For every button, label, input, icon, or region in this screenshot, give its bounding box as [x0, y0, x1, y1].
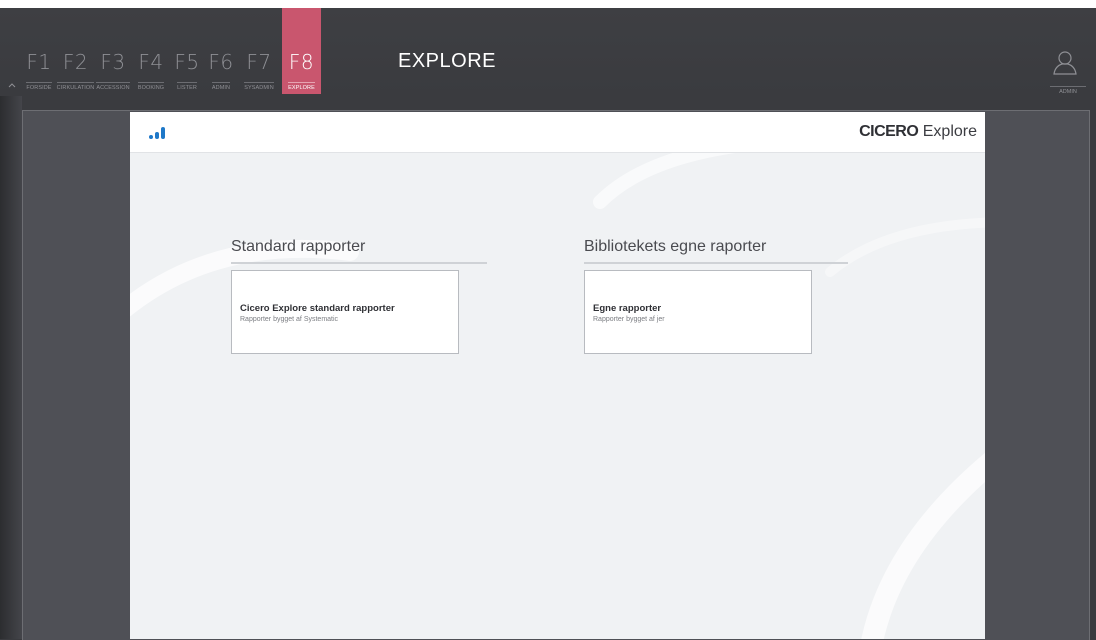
- explore-panel: CICERO Explore Standard rapporter Cicero…: [130, 112, 985, 639]
- brand-light: Explore: [922, 123, 977, 140]
- card-subtitle: Rapporter bygget af Systematic: [240, 316, 339, 323]
- left-shadow: [0, 96, 22, 639]
- signal-bars-icon: [148, 126, 172, 140]
- fkey-f1[interactable]: F1 FORSIDE: [26, 8, 52, 94]
- fkey-number: F5: [174, 50, 200, 74]
- cicero-explore-logo: CICERO Explore: [859, 122, 977, 142]
- fkey-label: SYSADMIN: [244, 82, 274, 91]
- user-icon[interactable]: [1050, 48, 1080, 78]
- standard-reports-section: Standard rapporter: [231, 236, 487, 264]
- panel-header: CICERO Explore: [130, 112, 985, 153]
- top-navigation-bar: F1 FORSIDE F2 CIRKULATION F3 ACCESSION F…: [0, 0, 1096, 96]
- fkey-label: EXPLORE: [288, 82, 315, 91]
- card-title: Egne rapporter: [593, 303, 662, 314]
- library-reports-card[interactable]: Egne rapporter Rapporter bygget af jer: [584, 270, 812, 354]
- fkey-f7[interactable]: F7 SYSADMIN: [240, 8, 278, 94]
- fkey-label: FORSIDE: [26, 82, 52, 91]
- background-decoration: [130, 135, 985, 639]
- fkey-number: F4: [138, 50, 164, 74]
- standard-reports-card[interactable]: Cicero Explore standard rapporter Rappor…: [231, 270, 459, 354]
- top-white-strip: [0, 0, 1096, 8]
- fkey-f4[interactable]: F4 BOOKING: [134, 8, 168, 94]
- fkey-f5[interactable]: F5 LISTER: [172, 8, 202, 94]
- user-label: ADMIN: [1050, 86, 1086, 95]
- card-subtitle: Rapporter bygget af jer: [593, 316, 665, 323]
- fkey-number: F7: [246, 50, 272, 74]
- fkey-f6[interactable]: F6 ADMIN: [206, 8, 236, 94]
- fkey-label: BOOKING: [137, 82, 165, 91]
- fkey-number: F3: [100, 50, 126, 74]
- fkey-f8[interactable]: F8 EXPLORE: [282, 8, 321, 94]
- fkey-number: F8: [288, 50, 315, 74]
- section-title: Bibliotekets egne raporter: [584, 236, 848, 264]
- function-key-menu: F1 FORSIDE F2 CIRKULATION F3 ACCESSION F…: [26, 8, 321, 94]
- fkey-number: F1: [26, 50, 52, 74]
- collapse-caret-icon[interactable]: [8, 82, 16, 90]
- fkey-number: F6: [208, 50, 234, 74]
- section-title: Standard rapporter: [231, 236, 487, 264]
- fkey-label: ADMIN: [211, 82, 231, 91]
- brand-strong: CICERO: [859, 123, 919, 140]
- library-reports-section: Bibliotekets egne raporter: [584, 236, 848, 264]
- fkey-label: CIRKULATION: [56, 82, 95, 91]
- fkey-f3[interactable]: F3 ACCESSION: [96, 8, 130, 94]
- fkey-f2[interactable]: F2 CIRKULATION: [56, 8, 95, 94]
- fkey-number: F2: [62, 50, 89, 74]
- fkey-label: ACCESSION: [96, 82, 130, 91]
- card-title: Cicero Explore standard rapporter: [240, 303, 395, 314]
- fkey-label: LISTER: [177, 82, 197, 91]
- module-title: EXPLORE: [398, 50, 496, 72]
